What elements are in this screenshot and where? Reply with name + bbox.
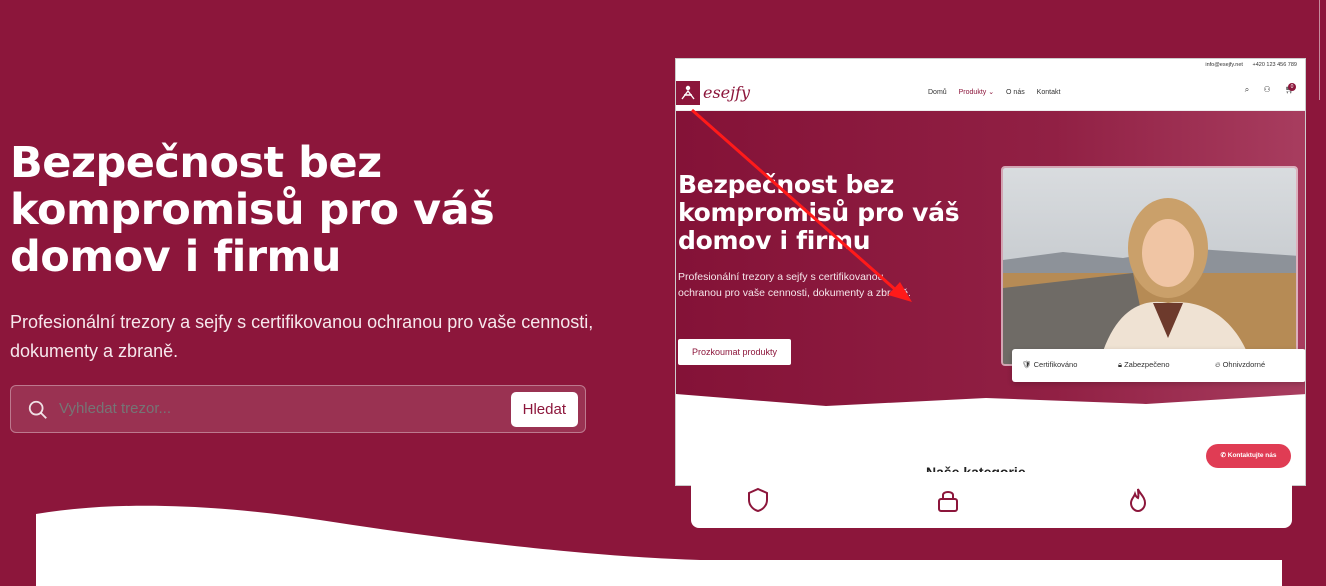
flame-icon — [1129, 488, 1147, 513]
preview-feature-badges: 🛡︎ Certifikováno 🔒︎ Zabezpečeno 🔥︎ Ohniv… — [1012, 349, 1305, 382]
search-bar: Hledat — [10, 385, 586, 433]
preview-hero-subtitle: Profesionální trezory a sejfy s certifik… — [678, 271, 911, 299]
logo-icon[interactable] — [676, 81, 700, 105]
explore-products-button[interactable]: Prozkoumat produkty — [678, 339, 791, 365]
website-preview: info@esejfy.net +420 123 456 789 esejfy … — [675, 58, 1306, 486]
preview-nav-icons: ⌕ ⚇ 🛒︎ — [1233, 85, 1295, 95]
logo-text[interactable]: esejfy — [703, 83, 750, 102]
preview-hero-title: Bezpečnost bez kompromisů pro váš domov … — [678, 170, 960, 255]
hero-photo — [1001, 166, 1298, 366]
features-card — [691, 472, 1292, 528]
badge-secured: 🔒︎ Zabezpečeno — [1118, 360, 1170, 369]
nav-item-home[interactable]: Domů — [928, 89, 947, 96]
hero-subtitle: Profesionální trezory a sejfy s certifik… — [10, 312, 594, 361]
lock-icon — [938, 491, 958, 512]
scroll-divider — [1319, 0, 1320, 100]
cart-count-badge: 0 — [1288, 83, 1296, 91]
page-right-edge — [1308, 0, 1326, 586]
topbar-email[interactable]: info@esejfy.net — [1205, 62, 1243, 68]
nav-item-about[interactable]: O nás — [1006, 89, 1025, 96]
preview-nav: Domů Produkty ⌄ O nás Kontakt — [928, 88, 1070, 96]
contact-us-button[interactable]: ✆ Kontaktujte nás — [1206, 444, 1291, 468]
badge-certified: 🛡︎ Certifikováno — [1022, 360, 1078, 369]
preview-topbar: info@esejfy.net +420 123 456 789 — [676, 59, 1305, 73]
hero-title: Bezpečnost bez kompromisů pro váš domov … — [10, 138, 495, 282]
topbar-phone[interactable]: +420 123 456 789 — [1252, 62, 1297, 68]
search-icon — [28, 400, 47, 419]
search-button[interactable]: Hledat — [510, 392, 578, 427]
search-input[interactable] — [59, 400, 459, 417]
user-icon[interactable]: ⚇ — [1263, 85, 1270, 94]
preview-navbar: esejfy Domů Produkty ⌄ O nás Kontakt ⌕ ⚇… — [676, 73, 1305, 111]
badge-fireproof: 🔥︎ Ohnivzdorné — [1215, 360, 1266, 369]
search-icon[interactable]: ⌕ — [1245, 85, 1249, 94]
shield-icon — [748, 487, 768, 513]
nav-item-contact[interactable]: Kontakt — [1037, 89, 1061, 96]
nav-item-products[interactable]: Produkty ⌄ — [959, 89, 994, 96]
